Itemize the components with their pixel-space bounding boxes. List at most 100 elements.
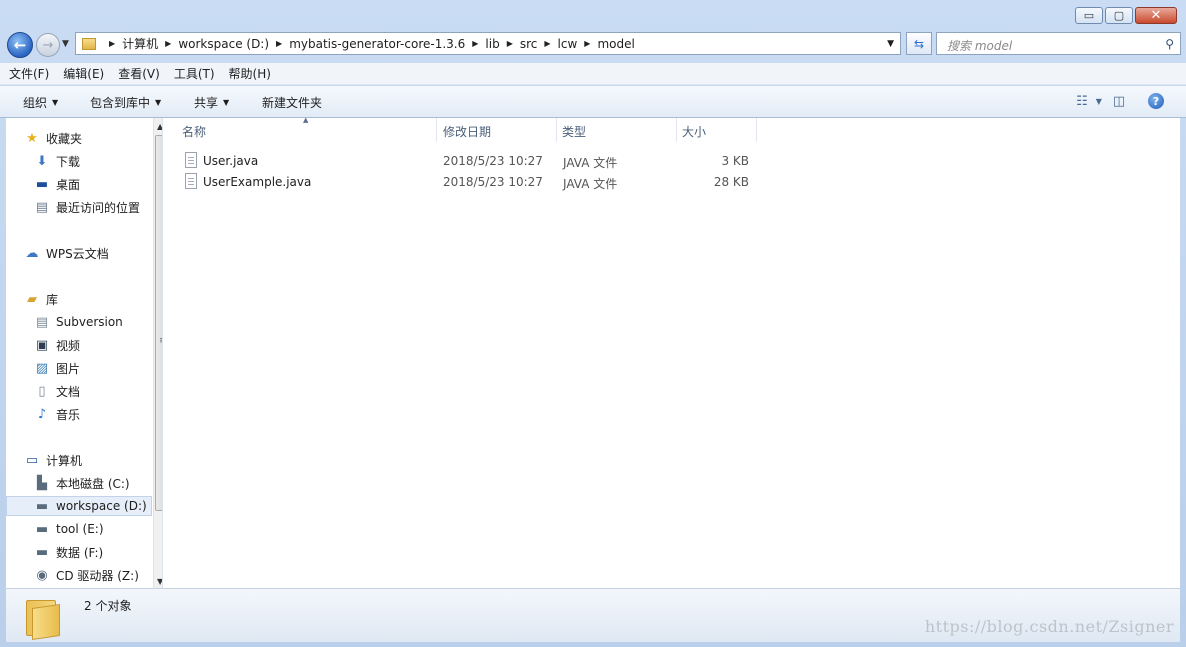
column-header-name[interactable]: 名称 [182, 123, 206, 140]
sidebar-item-label: tool (E:) [56, 522, 104, 536]
help-button[interactable]: ? [1148, 93, 1164, 109]
sidebar-item-label: WPS云文档 [46, 246, 109, 261]
back-button[interactable]: ← [7, 32, 33, 58]
file-date: 2018/5/23 10:27 [443, 154, 543, 168]
sidebar-item-label: workspace (D:) [56, 499, 147, 513]
menu-edit[interactable]: 编辑(E) [63, 65, 104, 82]
folder-icon [82, 37, 96, 50]
menu-help[interactable]: 帮助(H) [229, 65, 271, 82]
navigation-bar: ← → ▼ ▶ 计算机 ▶ workspace (D:) ▶ mybatis-g… [6, 29, 1181, 59]
sidebar-item-libraries[interactable]: ▰ 库 [24, 289, 58, 309]
chevron-down-icon[interactable]: ▼ [887, 39, 894, 49]
chevron-right-icon[interactable]: ▶ [165, 39, 171, 48]
drive-icon: ▬ [35, 544, 49, 560]
column-header-date[interactable]: 修改日期 [443, 123, 491, 140]
help-icon: ? [1152, 94, 1160, 108]
sidebar-item-subversion[interactable]: ▤ Subversion [34, 312, 123, 332]
close-button[interactable]: ✕ [1135, 7, 1177, 24]
menu-view[interactable]: 查看(V) [118, 65, 160, 82]
file-row[interactable]: UserExample.java 2018/5/23 10:27 JAVA 文件… [181, 172, 781, 192]
sidebar-item-wps-cloud[interactable]: ☁ WPS云文档 [24, 243, 109, 263]
maximize-icon: ▢ [1113, 9, 1125, 22]
breadcrumb-item[interactable]: model [597, 37, 634, 51]
chevron-right-icon[interactable]: ▶ [507, 39, 513, 48]
file-size: 3 KB [721, 154, 749, 168]
sidebar-scrollbar[interactable]: ▲ ≡ ▼ [153, 118, 162, 588]
column-header-type[interactable]: 类型 [562, 123, 586, 140]
forward-button[interactable]: → [36, 33, 60, 57]
column-divider[interactable] [556, 118, 557, 142]
sidebar-item-documents[interactable]: ▯ 文档 [34, 381, 80, 401]
arrow-right-icon: → [42, 37, 54, 53]
scrollbar-thumb[interactable]: ≡ [155, 135, 162, 511]
maximize-button[interactable]: ▢ [1105, 7, 1133, 24]
chevron-right-icon[interactable]: ▶ [584, 39, 590, 48]
breadcrumb-item[interactable]: mybatis-generator-core-1.3.6 [289, 37, 465, 51]
drive-icon: ▬ [35, 521, 49, 537]
file-type: JAVA 文件 [563, 177, 618, 191]
cloud-icon: ☁ [25, 245, 39, 261]
sidebar-item-label: 收藏夹 [46, 131, 83, 146]
sidebar-item-drive-c[interactable]: ▙ 本地磁盘 (C:) [34, 473, 130, 493]
sidebar-item-downloads[interactable]: ⬇ 下载 [34, 151, 80, 171]
minimize-button[interactable]: ▭ [1075, 7, 1103, 24]
sidebar-item-computer[interactable]: ▭ 计算机 [24, 450, 82, 470]
cd-drive-icon: ◉ [36, 567, 48, 583]
sidebar-item-favorites[interactable]: ★ 收藏夹 [24, 128, 82, 148]
menu-tools[interactable]: 工具(T) [174, 65, 215, 82]
sidebar-item-drive-d[interactable]: ▬ workspace (D:) [6, 496, 152, 516]
sidebar-item-drive-z[interactable]: ◉ CD 驱动器 (Z:) [34, 565, 139, 585]
sidebar-item-pictures[interactable]: ▨ 图片 [34, 358, 80, 378]
new-folder-button[interactable]: 新建文件夹 [262, 94, 322, 111]
column-divider[interactable] [756, 118, 757, 142]
sidebar-item-drive-f[interactable]: ▬ 数据 (F:) [34, 542, 103, 562]
breadcrumb-item[interactable]: lcw [558, 37, 578, 51]
address-bar[interactable]: ▶ 计算机 ▶ workspace (D:) ▶ mybatis-generat… [75, 32, 901, 55]
sidebar-item-drive-e[interactable]: ▬ tool (E:) [34, 519, 104, 539]
sidebar-item-recent[interactable]: ▤ 最近访问的位置 [34, 197, 140, 217]
file-type: JAVA 文件 [563, 156, 618, 170]
sidebar-item-desktop[interactable]: ▬ 桌面 [34, 174, 80, 194]
sidebar-item-label: 图片 [56, 361, 81, 376]
breadcrumb-item[interactable]: workspace (D:) [178, 37, 269, 51]
refresh-button[interactable]: ⇆ [906, 32, 932, 55]
sidebar-item-label: CD 驱动器 (Z:) [56, 568, 139, 583]
sidebar-item-videos[interactable]: ▣ 视频 [34, 335, 80, 355]
column-header-size[interactable]: 大小 [682, 123, 706, 140]
file-name: User.java [203, 154, 259, 168]
breadcrumb-item[interactable]: lib [485, 37, 499, 51]
recent-pages-dropdown[interactable]: ▼ [62, 39, 69, 49]
chevron-right-icon[interactable]: ▶ [472, 39, 478, 48]
search-input[interactable]: 搜索 model ⚲ [936, 32, 1181, 55]
column-divider[interactable] [436, 118, 437, 142]
sidebar-item-label: 音乐 [56, 407, 81, 422]
recent-places-icon: ▤ [35, 199, 49, 215]
menu-file[interactable]: 文件(F) [9, 65, 49, 82]
organize-button[interactable]: 组织 ▼ [23, 94, 58, 111]
sidebar-item-label: 桌面 [56, 177, 81, 192]
share-button[interactable]: 共享 ▼ [194, 94, 229, 111]
view-options-button[interactable]: ☷ ▼ [1076, 92, 1102, 110]
picture-icon: ▨ [35, 360, 49, 376]
view-controls: ☷ ▼ ◫ ? [1070, 92, 1164, 110]
sidebar-item-label: 数据 (F:) [56, 545, 104, 560]
desktop-icon: ▬ [35, 176, 49, 192]
chevron-down-icon: ▼ [52, 98, 59, 107]
sidebar-item-label: 计算机 [46, 453, 83, 468]
navigation-pane: ★ 收藏夹 ⬇ 下载 ▬ 桌面 ▤ 最近访问的位置 ☁ WPS云文档 ▰ 库 ▤ Subver… [6, 118, 163, 588]
system-drive-icon: ▙ [37, 475, 47, 491]
chevron-right-icon[interactable]: ▶ [276, 39, 282, 48]
include-in-library-button[interactable]: 包含到库中 ▼ [90, 94, 161, 111]
chevron-right-icon[interactable]: ▶ [544, 39, 550, 48]
music-icon: ♪ [37, 406, 47, 422]
sidebar-item-music[interactable]: ♪ 音乐 [34, 404, 80, 424]
column-divider[interactable] [676, 118, 677, 142]
file-row[interactable]: User.java 2018/5/23 10:27 JAVA 文件 3 KB [181, 151, 781, 171]
new-folder-label: 新建文件夹 [262, 96, 323, 110]
chevron-right-icon[interactable]: ▶ [109, 39, 115, 48]
breadcrumb-item[interactable]: 计算机 [122, 35, 158, 52]
list-view-icon: ☷ [1076, 93, 1088, 109]
sidebar-item-label: 视频 [56, 338, 81, 353]
breadcrumb-item[interactable]: src [520, 37, 538, 51]
preview-pane-button[interactable]: ◫ [1108, 92, 1130, 110]
